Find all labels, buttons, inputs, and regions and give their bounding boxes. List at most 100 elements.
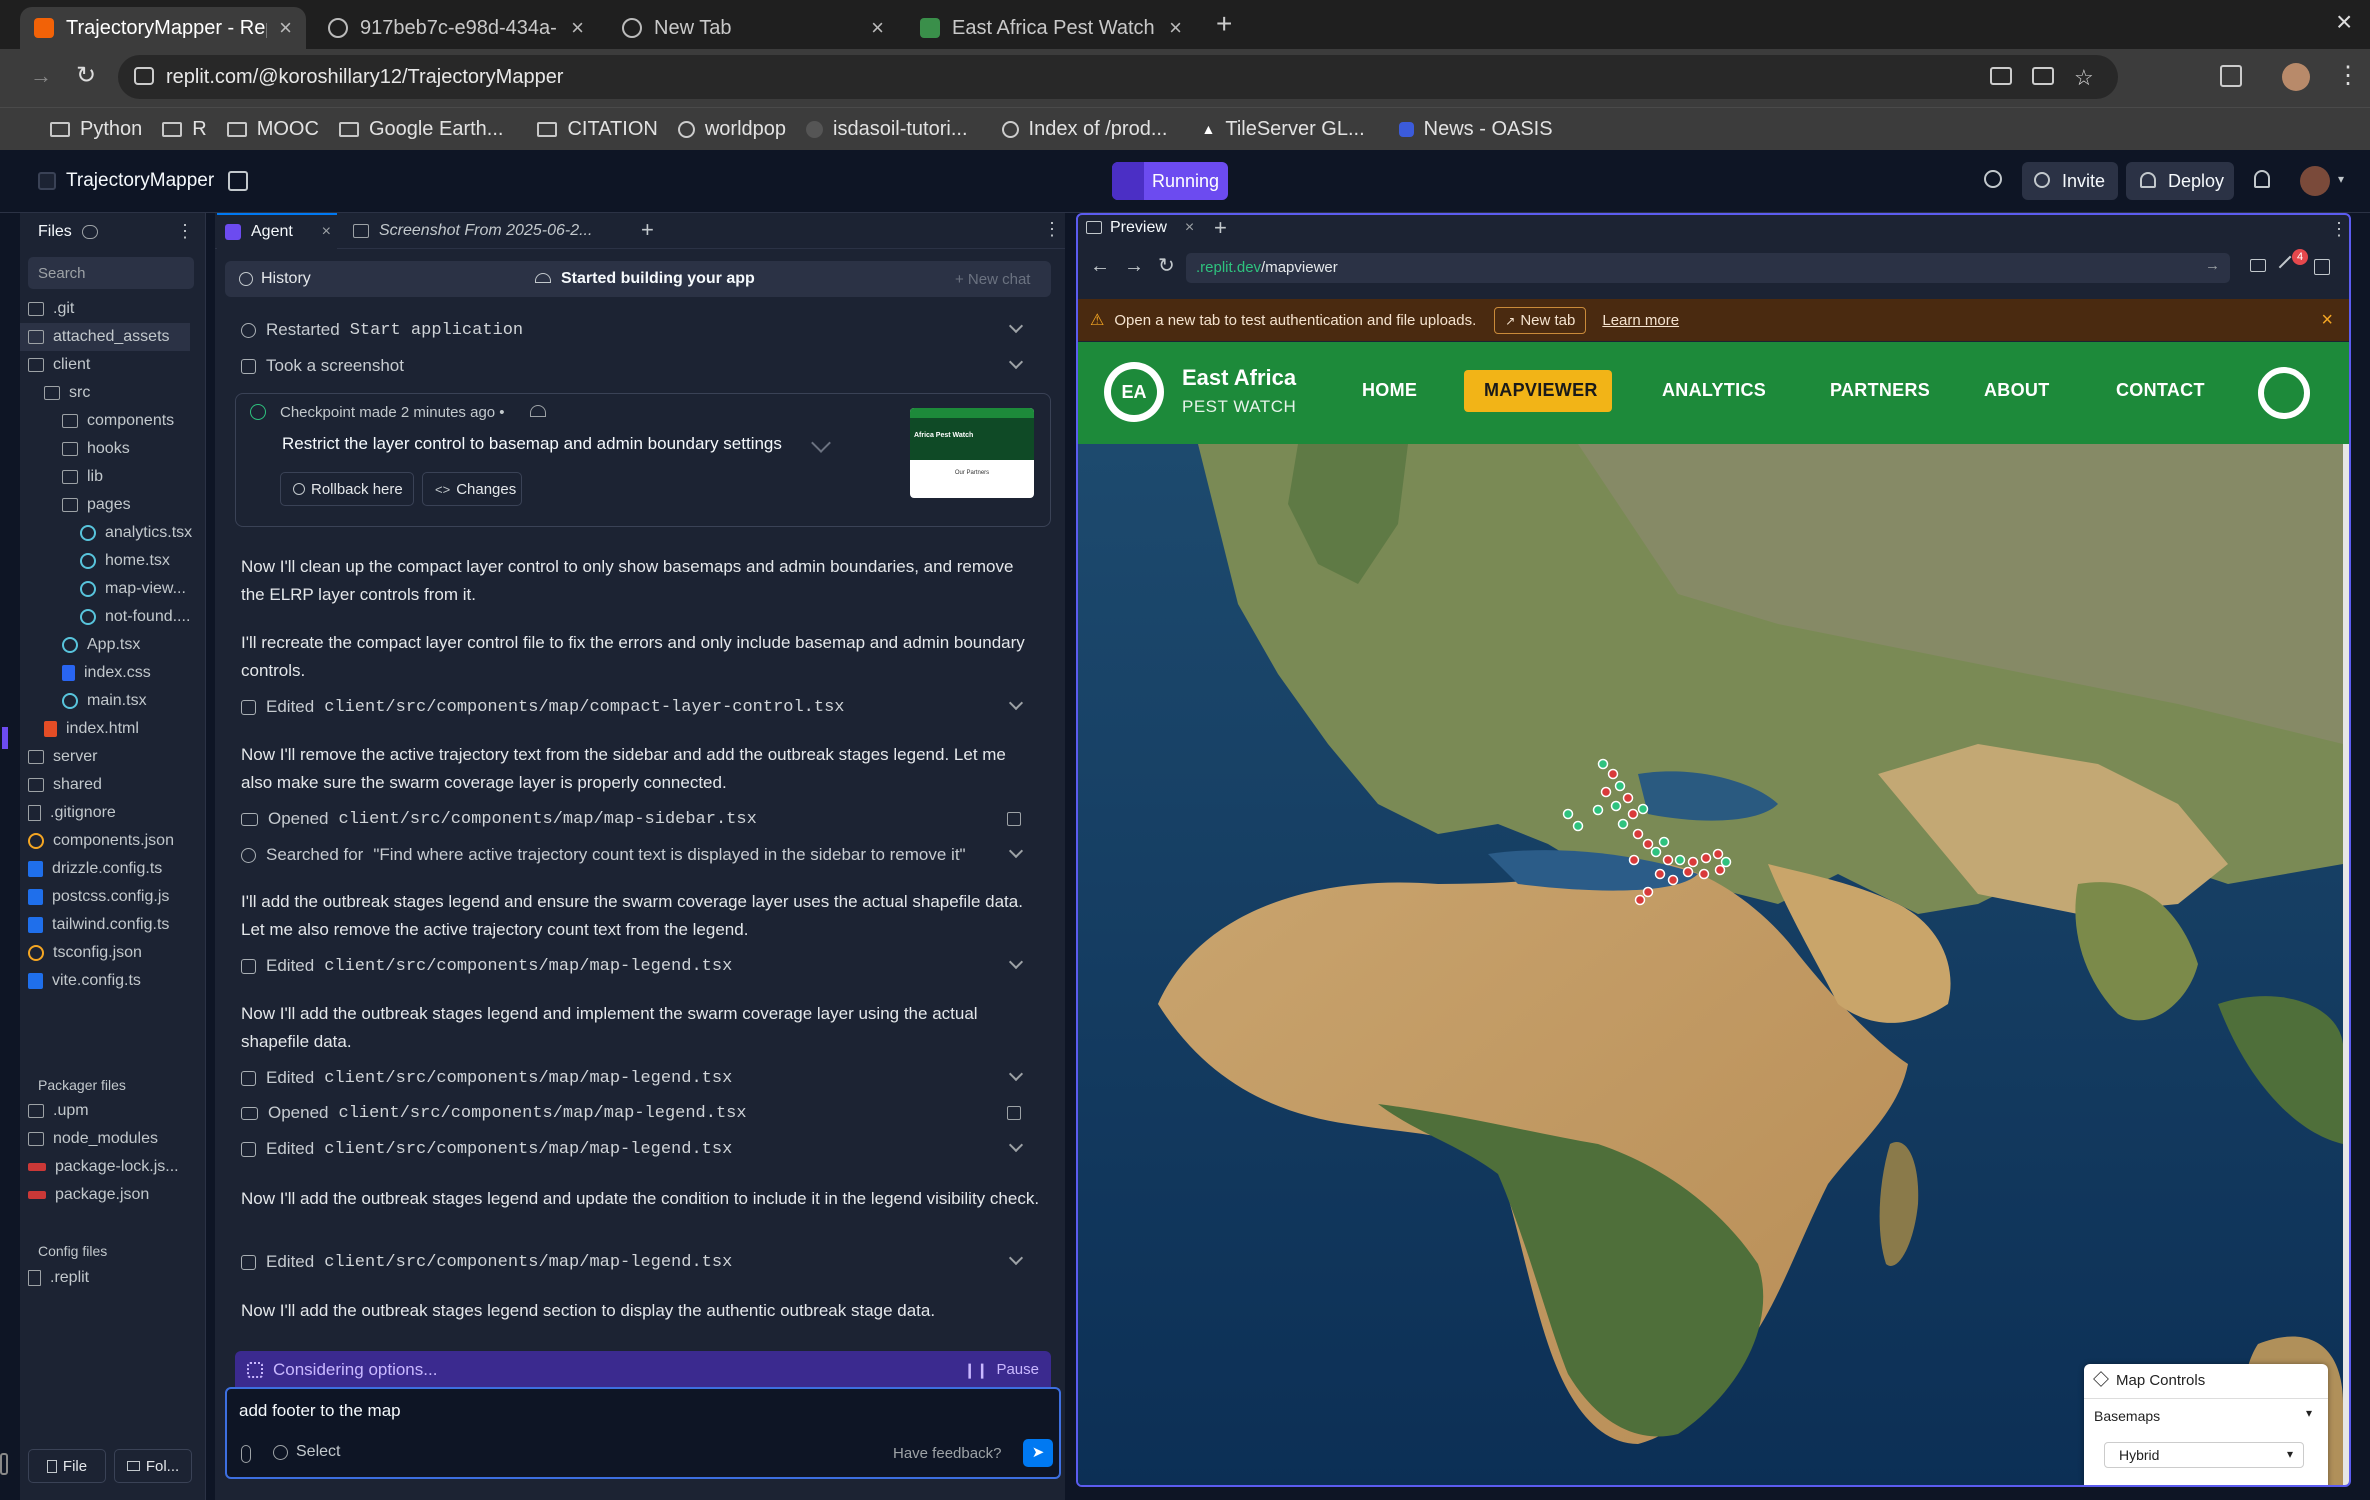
site-info-icon[interactable] (134, 67, 154, 85)
new-tab-icon[interactable]: + (1214, 215, 1227, 241)
browser-tab-east-africa[interactable]: East Africa Pest Watch × (906, 7, 1196, 49)
chevron-down-icon[interactable] (1008, 1250, 1024, 1266)
edited-action[interactable]: Edited client/src/components/map/compact-… (241, 692, 1024, 722)
stop-icon[interactable] (1112, 162, 1144, 200)
close-notice-icon[interactable]: × (2321, 309, 2333, 332)
reload-icon[interactable]: ↻ (1158, 253, 1175, 278)
outbreak-marker[interactable] (1622, 792, 1634, 804)
search-icon[interactable] (1984, 170, 2002, 188)
chevron-down-icon[interactable]: ▾ (2338, 172, 2344, 186)
tab-agent[interactable]: Agent × (217, 213, 337, 249)
attach-icon[interactable] (241, 1445, 251, 1463)
bookmark-citation[interactable]: CITATION (537, 118, 658, 141)
file-tree-folder[interactable]: attached_assets (20, 323, 190, 351)
browser-tab-new-tab[interactable]: New Tab × (608, 7, 898, 49)
outbreak-marker[interactable] (1687, 856, 1699, 868)
bell-icon[interactable] (2254, 170, 2270, 188)
close-tab-icon[interactable]: × (871, 15, 884, 41)
install-app-icon[interactable] (1990, 67, 2012, 85)
outbreak-marker[interactable] (1712, 848, 1724, 860)
preview-scrollbar[interactable] (2343, 444, 2349, 1485)
edit-icon[interactable] (811, 433, 831, 453)
outbreak-marker[interactable] (1698, 868, 1710, 880)
outbreak-marker[interactable] (1627, 808, 1639, 820)
outbreak-marker[interactable] (1650, 846, 1662, 858)
restarted-action[interactable]: Restarted Start application (241, 315, 1024, 345)
file-tree-folder[interactable]: .git (28, 295, 74, 323)
outbreak-marker[interactable] (1634, 894, 1646, 906)
packager-file[interactable]: .upm (28, 1097, 89, 1125)
file-tree-file[interactable]: main.tsx (62, 687, 147, 715)
star-icon[interactable]: ☆ (2074, 65, 2094, 91)
edited-action[interactable]: Edited client/src/components/map/map-lege… (241, 1247, 1024, 1277)
map-canvas[interactable]: Map Controls Basemaps ▾ Hybrid ▾ (1078, 444, 2343, 1485)
new-tab-button[interactable]: ↗ New tab (1494, 306, 1587, 334)
agent-input[interactable]: add footer to the map (239, 1401, 401, 1421)
bookmark-index-of-prod[interactable]: Index of /prod... (1001, 118, 1168, 141)
menu-icon[interactable]: ⋮ (2336, 61, 2360, 90)
address-bar[interactable]: replit.com/@koroshillary12/TrajectoryMap… (118, 55, 2118, 99)
bookmark-worldpop[interactable]: worldpop (677, 118, 786, 141)
nav-about[interactable]: ABOUT (1984, 380, 2050, 401)
close-tab-icon[interactable]: × (279, 15, 292, 41)
rollback-button[interactable]: Rollback here (280, 472, 414, 506)
running-button[interactable]: Running (1112, 162, 1228, 200)
devices-icon[interactable] (2250, 259, 2266, 272)
changes-button[interactable]: <> Changes (422, 472, 522, 506)
chevron-down-icon[interactable] (1008, 1066, 1024, 1082)
outbreak-marker[interactable] (1642, 838, 1654, 850)
file-tree-file[interactable]: postcss.config.js (28, 883, 169, 911)
searched-action[interactable]: Searched for "Find where active trajector… (241, 840, 1024, 870)
chevron-down-icon[interactable] (1008, 695, 1024, 711)
nav-analytics[interactable]: ANALYTICS (1662, 380, 1766, 401)
packager-file[interactable]: package.json (28, 1181, 149, 1209)
config-file[interactable]: .replit (28, 1264, 89, 1292)
chevron-down-icon[interactable] (1008, 954, 1024, 970)
new-tab-icon[interactable]: + (1216, 8, 1232, 40)
new-chat-button[interactable]: + New chat (955, 271, 1030, 288)
nav-mapviewer[interactable]: MAPVIEWER (1484, 380, 1598, 401)
outbreak-marker[interactable] (1617, 818, 1629, 830)
files-menu-icon[interactable]: ⋮ (176, 221, 194, 242)
file-tree-file[interactable]: tsconfig.json (28, 939, 142, 967)
profile-avatar[interactable] (2282, 63, 2310, 91)
help-icon[interactable] (0, 1453, 8, 1475)
external-link-icon[interactable] (2314, 259, 2330, 275)
bookmark-news-oasis[interactable]: News - OASIS (1398, 118, 1553, 141)
file-search-input[interactable]: Search (28, 257, 194, 289)
file-tree-file[interactable]: home.tsx (80, 547, 170, 575)
outbreak-marker[interactable] (1607, 768, 1619, 780)
site-logo[interactable]: EA (1104, 362, 1164, 422)
outbreak-marker[interactable] (1614, 780, 1626, 792)
forward-icon[interactable]: → (30, 63, 52, 89)
open-file-icon[interactable] (1007, 1106, 1021, 1120)
pane-menu-icon[interactable]: ⋮ (1043, 219, 1061, 240)
edited-action[interactable]: Edited client/src/components/map/map-lege… (241, 951, 1024, 981)
browser-tab-917beb7c[interactable]: 917beb7c-e98d-434a- × (314, 7, 598, 49)
outbreak-marker[interactable] (1662, 854, 1674, 866)
packager-file[interactable]: package-lock.js... (28, 1153, 179, 1181)
outbreak-marker[interactable] (1654, 868, 1666, 880)
file-tree-folder[interactable]: hooks (62, 435, 130, 463)
chevron-down-icon[interactable] (1008, 843, 1024, 859)
outbreak-marker[interactable] (1592, 804, 1604, 816)
file-tree-file[interactable]: .gitignore (28, 799, 116, 827)
outbreak-marker[interactable] (1562, 808, 1574, 820)
file-tree-file[interactable]: analytics.tsx (80, 519, 192, 547)
nav-contact[interactable]: CONTACT (2116, 380, 2205, 401)
outbreak-marker[interactable] (1610, 800, 1622, 812)
file-tree-file[interactable]: index.html (44, 715, 139, 743)
file-tree-folder[interactable]: shared (28, 771, 102, 799)
file-tree-folder[interactable]: client (28, 351, 90, 379)
agent-rail-icon[interactable] (2, 727, 8, 749)
open-file-icon[interactable] (1007, 812, 1021, 826)
pause-button[interactable]: ❙❙ Pause (963, 1361, 1039, 1379)
checkpoint-thumbnail[interactable]: Africa Pest Watch Our Partners (910, 408, 1034, 498)
bookmark-tileserver[interactable]: ▲ TileServer GL... (1202, 118, 1365, 141)
edited-action[interactable]: Edited client/src/components/map/map-lege… (241, 1063, 1024, 1093)
outbreak-marker[interactable] (1720, 856, 1732, 868)
deploy-button[interactable]: Deploy (2126, 162, 2234, 200)
close-tab-icon[interactable]: × (322, 223, 331, 241)
basemap-select[interactable]: Hybrid ▾ (2104, 1442, 2304, 1468)
file-tree-file[interactable]: components.json (28, 827, 174, 855)
